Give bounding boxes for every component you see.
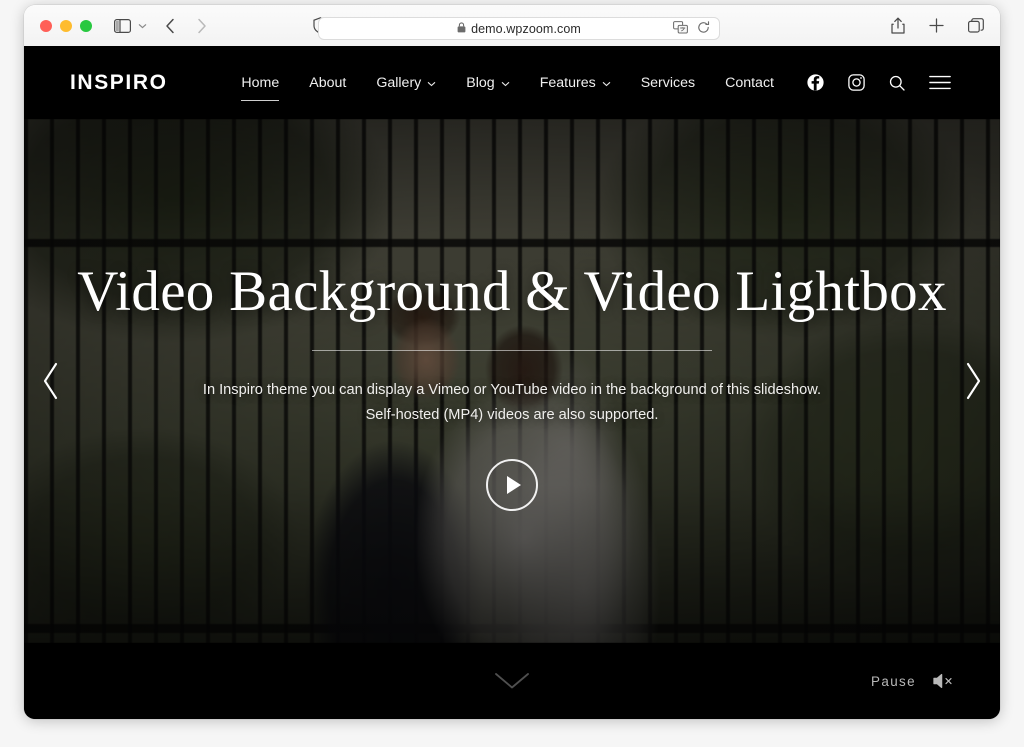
instagram-icon[interactable] xyxy=(836,74,877,91)
site-logo[interactable]: INSPIRO xyxy=(70,71,168,95)
pause-button[interactable]: Pause xyxy=(871,674,916,689)
nav-item-contact[interactable]: Contact xyxy=(710,75,789,91)
browser-window: demo.wpzoom.com INSPIRO Home About Galle… xyxy=(24,5,1000,719)
minimize-window-button[interactable] xyxy=(60,19,72,32)
browser-toolbar: demo.wpzoom.com xyxy=(24,5,1000,46)
address-bar-actions xyxy=(673,18,710,41)
toolbar-right-actions xyxy=(891,5,984,46)
search-icon[interactable] xyxy=(877,75,917,91)
translate-icon[interactable] xyxy=(673,20,688,39)
web-page-content: INSPIRO Home About Gallery Blog Features… xyxy=(24,46,1000,719)
sidebar-chevron-down-icon[interactable] xyxy=(138,23,147,29)
hero-description-line1: In Inspiro theme you can display a Vimeo… xyxy=(202,381,822,398)
nav-item-services[interactable]: Services xyxy=(626,75,710,91)
sidebar-toggle-icon[interactable] xyxy=(114,18,131,33)
hamburger-menu-icon[interactable] xyxy=(917,75,963,90)
hero-description: In Inspiro theme you can display a Vimeo… xyxy=(203,378,821,428)
nav-item-about[interactable]: About xyxy=(294,75,361,91)
tab-overview-icon[interactable] xyxy=(968,18,984,33)
address-bar[interactable]: demo.wpzoom.com xyxy=(318,17,720,40)
speaker-muted-icon[interactable] xyxy=(933,673,954,689)
address-bar-url: demo.wpzoom.com xyxy=(471,21,581,36)
hero-content: Video Background & Video Lightbox In Ins… xyxy=(24,119,1000,643)
reload-icon[interactable] xyxy=(697,20,710,39)
share-icon[interactable] xyxy=(891,17,905,34)
site-header: INSPIRO Home About Gallery Blog Features… xyxy=(24,46,1000,119)
lock-icon xyxy=(457,20,466,38)
nav-item-blog[interactable]: Blog xyxy=(451,75,524,91)
hero-divider xyxy=(312,349,712,351)
play-triangle-icon xyxy=(507,476,521,495)
nav-item-home[interactable]: Home xyxy=(226,74,294,101)
nav-item-features[interactable]: Features xyxy=(525,75,626,91)
next-slide-button[interactable] xyxy=(946,119,1000,643)
hero-footer-bar: Pause xyxy=(24,643,1000,719)
nav-item-contact-label: Contact xyxy=(725,74,774,91)
forward-arrow-icon[interactable] xyxy=(197,18,207,34)
nav-item-gallery-label: Gallery xyxy=(376,74,422,91)
header-icon-group xyxy=(795,74,963,91)
nav-item-gallery[interactable]: Gallery xyxy=(361,75,451,91)
hero-slideshow: Video Background & Video Lightbox In Ins… xyxy=(24,119,1000,643)
slideshow-controls: Pause xyxy=(871,673,954,689)
window-controls xyxy=(40,19,92,32)
facebook-icon[interactable] xyxy=(795,74,836,91)
chevron-down-icon xyxy=(602,75,611,91)
nav-item-home-label: Home xyxy=(241,74,280,91)
previous-slide-button[interactable] xyxy=(24,119,78,643)
hero-description-line2: Self-hosted (MP4) videos are also suppor… xyxy=(365,406,659,423)
main-navigation: Home About Gallery Blog Features Service… xyxy=(226,74,963,101)
nav-item-services-label: Services xyxy=(640,74,696,91)
play-video-button[interactable] xyxy=(486,459,538,512)
hero-title: Video Background & Video Lightbox xyxy=(77,260,947,323)
scroll-down-button[interactable] xyxy=(494,672,530,690)
address-bar-content: demo.wpzoom.com xyxy=(457,20,581,38)
nav-item-features-label: Features xyxy=(539,74,596,91)
nav-item-blog-label: Blog xyxy=(466,74,495,91)
chevron-down-icon xyxy=(501,75,510,91)
plus-new-tab-icon[interactable] xyxy=(929,18,944,33)
back-arrow-icon[interactable] xyxy=(165,18,175,34)
maximize-window-button[interactable] xyxy=(80,19,92,32)
close-window-button[interactable] xyxy=(40,19,52,32)
nav-item-about-label: About xyxy=(309,74,347,91)
chevron-down-icon xyxy=(427,75,436,91)
